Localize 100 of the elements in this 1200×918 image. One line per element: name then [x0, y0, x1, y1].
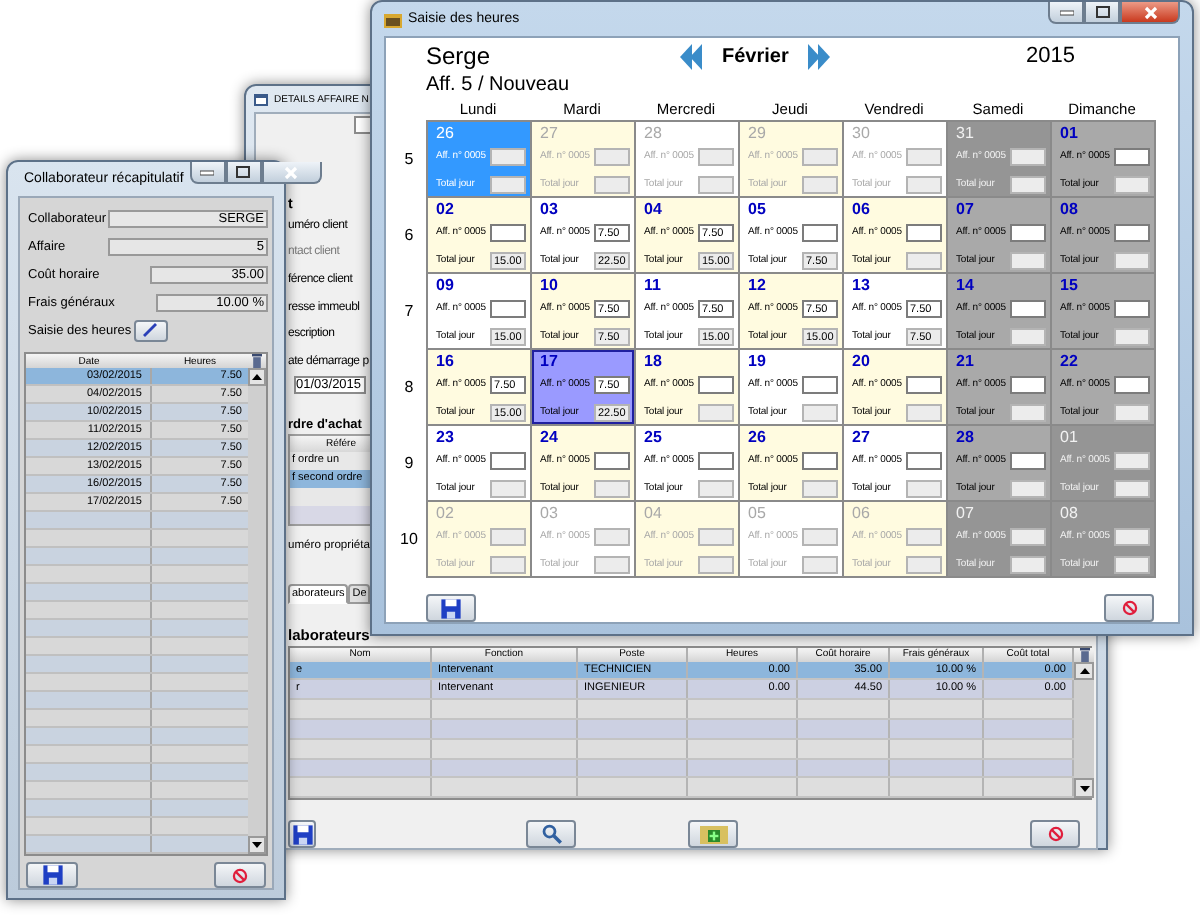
employee-name: Serge	[426, 42, 493, 70]
cancel-icon	[1047, 826, 1063, 843]
hours-field[interactable]	[698, 375, 734, 393]
minimize-icon	[1059, 9, 1073, 15]
close-button[interactable]	[1120, 2, 1180, 24]
hours-field[interactable]	[802, 527, 838, 545]
hours-field[interactable]	[906, 375, 942, 393]
save-button[interactable]	[288, 820, 316, 849]
hours-field[interactable]	[1114, 299, 1150, 317]
total-field	[594, 175, 630, 193]
total-field	[1010, 251, 1046, 269]
hours-field[interactable]	[490, 299, 526, 317]
total-field	[1114, 479, 1150, 497]
minimize-button[interactable]	[1048, 2, 1084, 24]
hours-field[interactable]	[1114, 527, 1150, 545]
add-folder-button[interactable]	[688, 820, 738, 849]
hours-field[interactable]	[1114, 451, 1150, 469]
save-icon	[292, 823, 314, 846]
day-number: 04	[644, 504, 662, 522]
day-number: 17	[540, 352, 558, 370]
total-field	[906, 251, 942, 269]
hours-field[interactable]	[1010, 527, 1046, 545]
total-field	[698, 175, 734, 193]
total-field	[802, 175, 838, 193]
day-number: 11	[644, 276, 661, 294]
hours-field[interactable]	[802, 451, 838, 469]
cancel-button[interactable]	[1104, 594, 1154, 622]
hours-field[interactable]	[490, 223, 526, 241]
project-label: Aff. 5 / Nouveau	[426, 74, 572, 98]
hours-field[interactable]	[906, 223, 942, 241]
hours-field[interactable]	[490, 147, 526, 165]
day-number: 05	[748, 200, 766, 218]
scroll-up-button[interactable]	[1074, 661, 1094, 681]
scroll-down-icon	[252, 842, 262, 848]
day-number: 08	[1060, 504, 1078, 522]
day-number: 26	[748, 428, 766, 446]
hours-field[interactable]	[594, 147, 630, 165]
save-button[interactable]	[26, 862, 78, 888]
day-number: 08	[1060, 200, 1078, 218]
maximize-button[interactable]	[1084, 2, 1120, 24]
save-button[interactable]	[426, 594, 476, 622]
next-arrow-icon[interactable]	[808, 43, 833, 69]
hours-field[interactable]	[1010, 299, 1046, 317]
hours-field[interactable]	[490, 451, 526, 469]
hours-field[interactable]	[906, 147, 942, 165]
hours-field[interactable]	[1010, 451, 1046, 469]
total-field	[490, 555, 526, 573]
cancel-button[interactable]	[214, 862, 266, 888]
total-field	[490, 175, 526, 193]
hours-field[interactable]	[1010, 223, 1046, 241]
day-number: 07	[956, 200, 974, 218]
day-number: 13	[852, 276, 870, 294]
total-field	[906, 403, 942, 421]
day-number: 09	[436, 276, 454, 294]
week-number: 6	[404, 225, 414, 243]
scroll-down-button[interactable]	[248, 836, 266, 854]
hours-field[interactable]	[1114, 223, 1150, 241]
day-number: 28	[956, 428, 974, 446]
hours-field[interactable]	[1010, 375, 1046, 393]
cancel-icon	[1121, 600, 1137, 616]
save-icon	[41, 864, 63, 886]
day-number: 26	[436, 124, 454, 142]
maximize-icon	[236, 166, 251, 178]
hours-field[interactable]	[802, 223, 838, 241]
day-number: 14	[956, 276, 974, 294]
hours-field[interactable]	[698, 451, 734, 469]
hours-field[interactable]	[1114, 375, 1150, 393]
hours-field[interactable]	[802, 375, 838, 393]
previous-arrow-icon[interactable]	[678, 43, 702, 69]
hours-field[interactable]	[1010, 147, 1046, 165]
input-field[interactable]	[354, 116, 370, 134]
hours-field[interactable]	[906, 527, 942, 545]
hours-field[interactable]	[698, 147, 734, 165]
hours-field[interactable]	[698, 527, 734, 545]
minimize-button[interactable]	[189, 162, 226, 184]
total-field	[698, 555, 734, 573]
week-number: 7	[404, 301, 414, 319]
cancel-button[interactable]	[1030, 820, 1080, 849]
total-field	[1010, 403, 1046, 421]
total-field	[594, 479, 630, 497]
hours-field[interactable]	[802, 147, 838, 165]
hours-field[interactable]	[594, 451, 630, 469]
total-field	[1010, 479, 1046, 497]
hours-field[interactable]	[1114, 147, 1150, 165]
edit-button[interactable]	[133, 319, 168, 341]
trash-icon	[1079, 647, 1089, 662]
day-number: 30	[852, 124, 870, 142]
week-number: 5	[404, 149, 414, 167]
day-number: 03	[540, 504, 558, 522]
search-button[interactable]	[526, 820, 576, 849]
scroll-down-button[interactable]	[1074, 778, 1094, 799]
hours-field[interactable]	[490, 527, 526, 545]
day-number: 07	[956, 504, 974, 522]
hours-field[interactable]	[594, 527, 630, 545]
hours-field[interactable]	[906, 451, 942, 469]
maximize-button[interactable]	[225, 162, 262, 184]
close-button[interactable]	[261, 162, 322, 184]
total-field	[490, 479, 526, 497]
month-label: Février	[722, 45, 789, 67]
scroll-up-button[interactable]	[248, 368, 266, 386]
